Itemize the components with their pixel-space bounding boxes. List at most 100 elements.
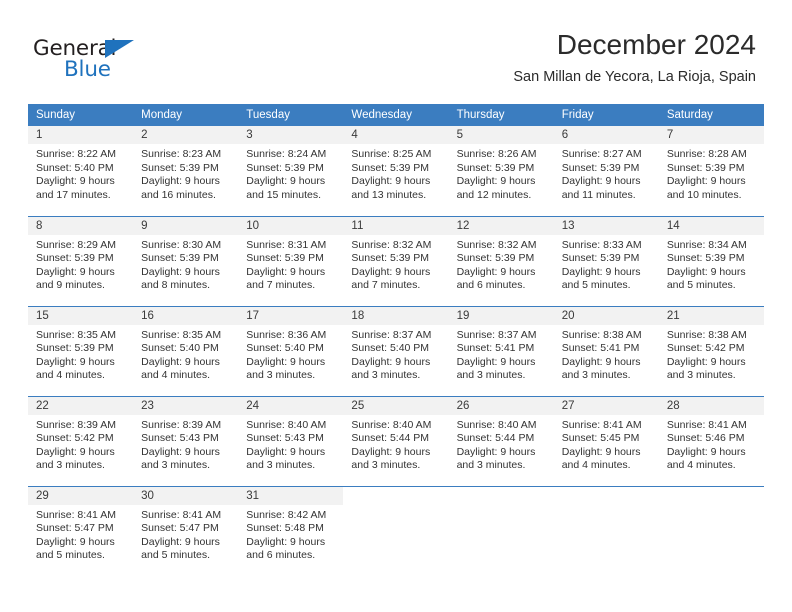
day-number [343, 487, 448, 505]
daylight-text-line2: and 3 minutes. [666, 369, 736, 382]
day-number: 24 [238, 396, 344, 415]
day-cell[interactable]: 30 Sunrise: 8:41 AM Sunset: 5:47 PM Dayl… [133, 485, 239, 576]
sunrise-text: Sunrise: 8:35 AM [141, 328, 222, 341]
day-number: 27 [553, 396, 659, 415]
daylight-text-line1: Daylight: 9 hours [351, 175, 431, 188]
sunrise-text: Sunrise: 8:26 AM [456, 148, 537, 160]
day-cell[interactable]: 21 Sunrise: 8:38 AM Sunset: 5:42 PM Dayl… [658, 305, 764, 396]
day-cell[interactable]: 5 Sunrise: 8:26 AM Sunset: 5:39 PM Dayli… [448, 126, 554, 216]
day-cell[interactable]: 24 Sunrise: 8:40 AM Sunset: 5:43 PM Dayl… [238, 395, 344, 486]
daylight-text-line2: and 7 minutes. [246, 279, 316, 292]
day-details: Sunrise: 8:22 AM Sunset: 5:40 PM Dayligh… [28, 144, 133, 202]
day-cell[interactable]: 23 Sunrise: 8:39 AM Sunset: 5:43 PM Dayl… [133, 395, 239, 486]
day-number: 14 [658, 216, 764, 235]
daylight-text-line1: Daylight: 9 hours [36, 175, 115, 188]
day-cell[interactable]: 22 Sunrise: 8:39 AM Sunset: 5:42 PM Dayl… [28, 395, 134, 486]
daylight-text-line2: and 3 minutes. [456, 459, 526, 472]
weekday-header-monday: Monday [133, 104, 239, 126]
day-number [659, 487, 764, 505]
daylight-text-line1: Daylight: 9 hours [456, 355, 536, 368]
daylight-text-line2: and 5 minutes. [36, 549, 105, 562]
day-cell[interactable]: 25 Sunrise: 8:40 AM Sunset: 5:44 PM Dayl… [343, 395, 449, 486]
daylight-text-line2: and 3 minutes. [36, 459, 105, 472]
daylight-text-line2: and 3 minutes. [561, 369, 631, 382]
day-cell[interactable]: 26 Sunrise: 8:40 AM Sunset: 5:44 PM Dayl… [448, 395, 554, 486]
day-number: 20 [553, 306, 659, 325]
daylight-text-line2: and 8 minutes. [141, 279, 211, 292]
day-number: 16 [133, 306, 239, 325]
day-cell[interactable]: 31 Sunrise: 8:42 AM Sunset: 5:48 PM Dayl… [238, 485, 344, 576]
sunrise-text: Sunrise: 8:40 AM [351, 418, 432, 431]
sunrise-text: Sunrise: 8:41 AM [36, 508, 116, 521]
sunset-text: Sunset: 5:39 PM [36, 252, 114, 265]
day-cell[interactable]: 19 Sunrise: 8:37 AM Sunset: 5:41 PM Dayl… [448, 305, 554, 396]
day-cell[interactable]: 16 Sunrise: 8:35 AM Sunset: 5:40 PM Dayl… [133, 305, 239, 396]
day-cell[interactable]: 29 Sunrise: 8:41 AM Sunset: 5:47 PM Dayl… [28, 485, 134, 576]
sunrise-text: Sunrise: 8:37 AM [351, 328, 432, 341]
daylight-text-line2: and 13 minutes. [351, 188, 427, 201]
week-row: 15 Sunrise: 8:35 AM Sunset: 5:39 PM Dayl… [28, 305, 764, 396]
day-cell[interactable]: 12 Sunrise: 8:32 AM Sunset: 5:39 PM Dayl… [448, 215, 554, 306]
daylight-text-line2: and 4 minutes. [666, 459, 736, 472]
sunrise-text: Sunrise: 8:31 AM [246, 238, 327, 251]
day-cell[interactable]: 14 Sunrise: 8:34 AM Sunset: 5:39 PM Dayl… [658, 215, 764, 306]
day-number: 3 [238, 126, 344, 144]
sunrise-text: Sunrise: 8:24 AM [246, 148, 327, 160]
daylight-text-line2: and 11 minutes. [561, 188, 636, 201]
day-cell[interactable]: 13 Sunrise: 8:33 AM Sunset: 5:39 PM Dayl… [553, 215, 659, 306]
day-cell[interactable]: 8 Sunrise: 8:29 AM Sunset: 5:39 PM Dayli… [28, 215, 134, 306]
day-cell[interactable]: 7 Sunrise: 8:28 AM Sunset: 5:39 PM Dayli… [658, 126, 764, 216]
day-details: Sunrise: 8:40 AM Sunset: 5:43 PM Dayligh… [238, 415, 343, 473]
day-details: Sunrise: 8:41 AM Sunset: 5:45 PM Dayligh… [554, 415, 659, 473]
page-title: December 2024 [556, 29, 756, 60]
daylight-text-line2: and 4 minutes. [561, 459, 631, 472]
sunset-text: Sunset: 5:47 PM [36, 522, 114, 535]
day-cell[interactable]: 17 Sunrise: 8:36 AM Sunset: 5:40 PM Dayl… [238, 305, 344, 396]
daylight-text-line2: and 3 minutes. [351, 459, 421, 472]
day-number: 6 [553, 126, 659, 144]
day-cell[interactable]: 3 Sunrise: 8:24 AM Sunset: 5:39 PM Dayli… [238, 126, 344, 216]
day-cell[interactable]: 27 Sunrise: 8:41 AM Sunset: 5:45 PM Dayl… [553, 395, 659, 486]
sunset-text: Sunset: 5:39 PM [246, 161, 324, 174]
day-cell[interactable]: 9 Sunrise: 8:30 AM Sunset: 5:39 PM Dayli… [133, 215, 239, 306]
daylight-text-line2: and 6 minutes. [246, 549, 316, 562]
sunrise-text: Sunrise: 8:41 AM [666, 418, 747, 431]
brand-logo[interactable]: General Blue [33, 36, 163, 82]
daylight-text-line1: Daylight: 9 hours [561, 355, 641, 368]
daylight-text-line2: and 3 minutes. [456, 369, 526, 382]
daylight-text-line2: and 3 minutes. [246, 369, 316, 382]
day-cell[interactable]: 2 Sunrise: 8:23 AM Sunset: 5:39 PM Dayli… [133, 126, 239, 216]
sunset-text: Sunset: 5:47 PM [141, 522, 219, 535]
week-row: 22 Sunrise: 8:39 AM Sunset: 5:42 PM Dayl… [28, 395, 764, 486]
day-cell[interactable]: 18 Sunrise: 8:37 AM Sunset: 5:40 PM Dayl… [343, 305, 449, 396]
daylight-text-line1: Daylight: 9 hours [561, 265, 641, 278]
sunset-text: Sunset: 5:39 PM [666, 252, 745, 265]
day-number: 7 [658, 126, 764, 144]
day-details: Sunrise: 8:33 AM Sunset: 5:39 PM Dayligh… [554, 235, 659, 293]
sunrise-text: Sunrise: 8:30 AM [141, 238, 222, 251]
daylight-text-line2: and 6 minutes. [456, 279, 526, 292]
daylight-text-line1: Daylight: 9 hours [246, 265, 326, 278]
day-cell[interactable]: 11 Sunrise: 8:32 AM Sunset: 5:39 PM Dayl… [343, 215, 449, 306]
day-cell[interactable]: 10 Sunrise: 8:31 AM Sunset: 5:39 PM Dayl… [238, 215, 344, 306]
day-details: Sunrise: 8:40 AM Sunset: 5:44 PM Dayligh… [449, 415, 554, 473]
sunrise-text: Sunrise: 8:39 AM [141, 418, 222, 431]
page-header: General Blue December 2024 San Millan de… [0, 0, 792, 100]
sunset-text: Sunset: 5:43 PM [141, 432, 219, 445]
day-cell[interactable]: 20 Sunrise: 8:38 AM Sunset: 5:41 PM Dayl… [553, 305, 659, 396]
day-cell[interactable]: 15 Sunrise: 8:35 AM Sunset: 5:39 PM Dayl… [28, 305, 134, 396]
week-row: 1 Sunrise: 8:22 AM Sunset: 5:40 PM Dayli… [28, 126, 764, 216]
sunset-text: Sunset: 5:39 PM [351, 161, 430, 174]
day-details: Sunrise: 8:37 AM Sunset: 5:40 PM Dayligh… [343, 325, 448, 383]
sunrise-text: Sunrise: 8:40 AM [456, 418, 537, 431]
day-cell[interactable]: 1 Sunrise: 8:22 AM Sunset: 5:40 PM Dayli… [28, 126, 134, 216]
sunrise-text: Sunrise: 8:29 AM [36, 238, 116, 251]
sunrise-text: Sunrise: 8:27 AM [561, 148, 642, 160]
day-cell[interactable]: 4 Sunrise: 8:25 AM Sunset: 5:39 PM Dayli… [343, 126, 449, 216]
daylight-text-line1: Daylight: 9 hours [351, 445, 431, 458]
day-number: 15 [28, 306, 134, 325]
daylight-text-line2: and 12 minutes. [456, 188, 532, 201]
day-details: Sunrise: 8:41 AM Sunset: 5:47 PM Dayligh… [133, 505, 238, 563]
day-cell[interactable]: 6 Sunrise: 8:27 AM Sunset: 5:39 PM Dayli… [553, 126, 659, 216]
day-cell[interactable]: 28 Sunrise: 8:41 AM Sunset: 5:46 PM Dayl… [658, 395, 764, 486]
